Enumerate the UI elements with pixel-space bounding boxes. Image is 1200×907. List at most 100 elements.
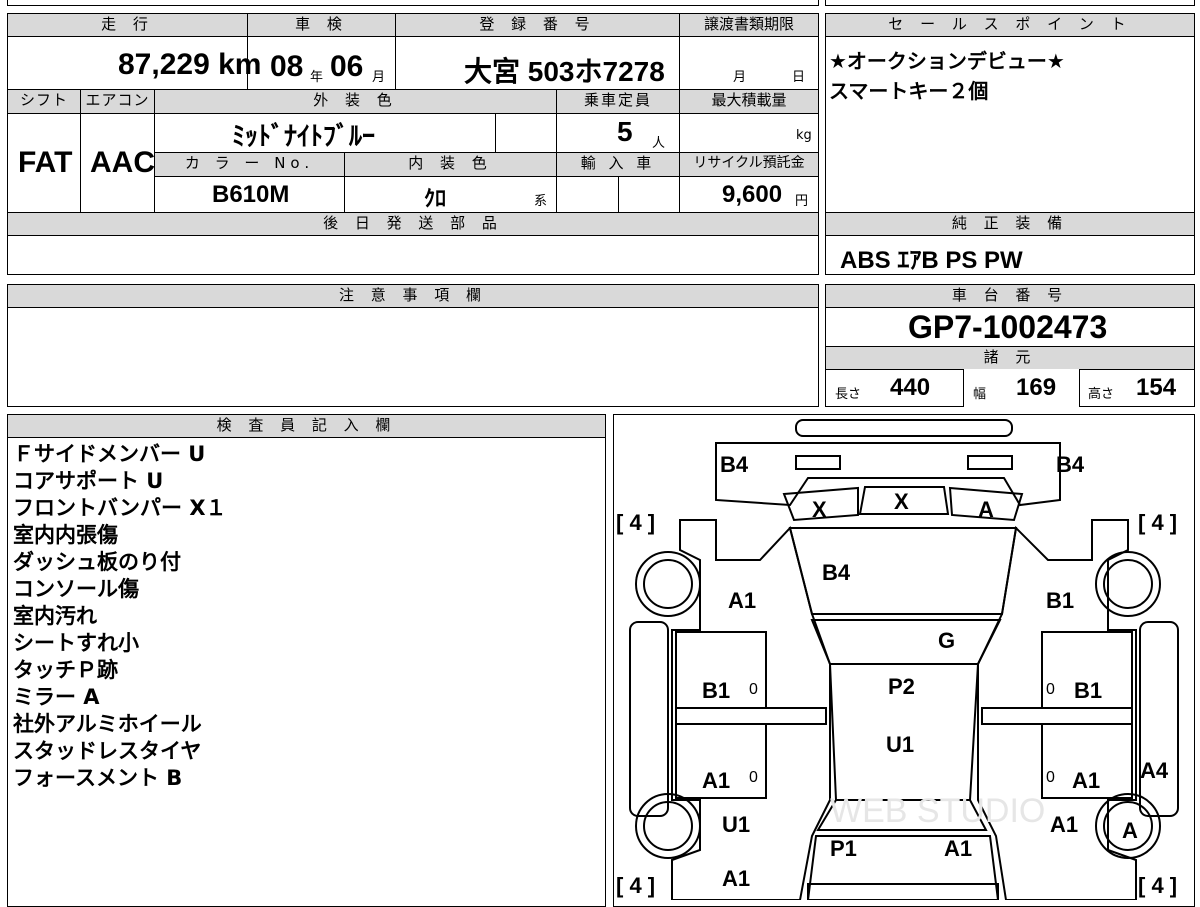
registration-header: 登 録 番 号 (395, 13, 680, 37)
later-parts-cell (7, 235, 819, 275)
inspector-note: フォースメント B (13, 766, 183, 790)
mark-hood: B4 (822, 560, 851, 585)
sales-points-list: ★オークションデビュー★ スマートキー２個 (829, 46, 1065, 106)
genuine-equipment-value: ABS ｴｱB PS PW (840, 247, 1023, 274)
zero-mark: 0 (749, 681, 758, 698)
right-step-shape (1139, 621, 1179, 817)
recycle-unit: 円 (795, 194, 809, 209)
sales-point-item: ★オークションデビュー★ (829, 49, 1065, 73)
mark-rear-fender-left: U1 (722, 812, 750, 837)
spec-length-value: 440 (890, 374, 931, 401)
aircon-header: エアコン (80, 89, 155, 114)
mark-grille-left: X (812, 497, 827, 522)
front-bumper-shape (795, 419, 1013, 437)
inspector-notes-list: Ｆサイドメンバー U コアサポート U フロントバンパー X１ 室内内張傷 ダッ… (13, 441, 227, 792)
chassis-no-value: GP7-1002473 (908, 309, 1108, 345)
mark-windshield: G (938, 628, 955, 653)
mark-rear-right: A1 (944, 836, 972, 861)
car-diagram: WEB STUDIO [ 4 ] [ 4 ] [ 4 ] [ 4 ] 0 0 0… (616, 419, 1179, 900)
sales-points-header: セ ー ル ス ポ イ ン ト (825, 13, 1195, 37)
interior-color-suffix: 系 (534, 194, 548, 209)
deadline-day-unit: 日 (792, 70, 806, 85)
inspector-note: 社外アルミホイール (13, 712, 202, 736)
inspector-note: 室内内張傷 (13, 523, 118, 547)
spec-width-value: 169 (1016, 374, 1057, 401)
registration-value: 大宮 503ホ7278 (464, 56, 665, 87)
wheel-front-left-inner-shape (643, 559, 693, 609)
tread-front-left: [ 4 ] (616, 510, 655, 535)
spec-height-value: 154 (1136, 374, 1177, 401)
mark-roof: P2 (888, 674, 915, 699)
mileage-value: 87,229 km (118, 48, 262, 81)
tread-rear-left: [ 4 ] (616, 873, 655, 898)
mark-grille-right: A (978, 497, 994, 522)
exterior-color-extra-cell (495, 113, 557, 153)
chassis-no-header: 車 台 番 号 (825, 284, 1195, 308)
mark-rear-door-right: A1 (1072, 768, 1100, 793)
mark-headlight-right: B4 (1056, 452, 1085, 477)
inspector-note: フロントバンパー X１ (13, 496, 227, 520)
mark-front-door-left: B1 (702, 678, 730, 703)
shift-value: FAT (18, 146, 73, 179)
inspector-note: コアサポート U (13, 469, 164, 493)
interior-color-header: 内 装 色 (344, 152, 557, 177)
exterior-color-header: 外 装 色 (154, 89, 557, 114)
interior-color-cell (344, 176, 557, 213)
inspector-note: Ｆサイドメンバー U (13, 442, 206, 466)
wheel-front-right-inner-shape (1103, 559, 1153, 609)
mark-front-fender-right: B1 (1046, 588, 1074, 613)
capacity-unit: 人 (652, 136, 666, 151)
mark-front-fender-left: A1 (728, 588, 756, 613)
recycle-header: リサイクル預託金 (679, 152, 819, 177)
tread-rear-right: [ 4 ] (1138, 873, 1177, 898)
zero-mark: 0 (1046, 681, 1055, 698)
mark-rear-left: P1 (830, 836, 857, 861)
windshield-shape (810, 619, 1002, 665)
inspection-month: 06 (330, 50, 364, 83)
inspection-year-unit: 年 (310, 70, 324, 85)
color-no-header: カ ラ ー No. (154, 152, 345, 177)
mark-rear-bottom-left: A1 (722, 866, 750, 891)
deadline-header: 譲渡書類期限 (679, 13, 819, 37)
notes-box (7, 307, 819, 407)
mark-headlight-left: B4 (720, 452, 749, 477)
mileage-header: 走 行 (7, 13, 248, 37)
inspector-note: スタッドレスタイヤ (13, 739, 202, 763)
capacity-header: 乗車定員 (556, 89, 680, 114)
front-body-shape (715, 442, 1061, 507)
top-strip-right (825, 0, 1195, 6)
mark-rear-door-left: A1 (702, 768, 730, 793)
inspector-note: ダッシュ板のり付 (13, 550, 181, 574)
capacity-value: 5 (617, 116, 633, 147)
inspector-note: コンソール傷 (13, 577, 139, 601)
spec-width-label: 幅 (973, 387, 987, 402)
spec-length-label: 長さ (835, 387, 862, 402)
mark-center: U1 (886, 732, 914, 757)
left-step-shape (629, 621, 669, 817)
mark-grille-center: X (894, 489, 909, 514)
headlight-right-shape (967, 455, 1013, 470)
max-load-unit: kg (796, 128, 812, 143)
watermark: WEB STUDIO (830, 792, 1045, 830)
inspector-note: ミラー A (13, 685, 100, 709)
mark-rear-fender-right: A1 (1050, 812, 1078, 837)
import-header: 輸 入 車 (556, 152, 680, 177)
mark-rear-pillar-right: A4 (1140, 758, 1169, 783)
rear-bumper-shape (807, 883, 999, 900)
wheel-front-right-shape (1095, 551, 1161, 617)
top-strip-left (7, 0, 819, 6)
inspector-note: 室内汚れ (13, 604, 97, 628)
import-cell-a (556, 176, 619, 213)
interior-color-value: ｸﾛ (424, 186, 447, 211)
sales-point-item: スマートキー２個 (829, 79, 989, 103)
import-cell-b (618, 176, 680, 213)
inspection-month-unit: 月 (372, 70, 386, 85)
recycle-value: 9,600 (722, 181, 783, 208)
headlight-left-shape (795, 455, 841, 470)
shift-header: シフト (7, 89, 81, 114)
tread-front-right: [ 4 ] (1138, 510, 1177, 535)
exterior-color-value: ﾐｯﾄﾞﾅｲﾄﾌﾞﾙｰ (232, 121, 376, 151)
color-no-value: B610M (212, 181, 290, 208)
left-mid-strip-shape (675, 707, 827, 725)
mark-front-door-right: B1 (1074, 678, 1102, 703)
